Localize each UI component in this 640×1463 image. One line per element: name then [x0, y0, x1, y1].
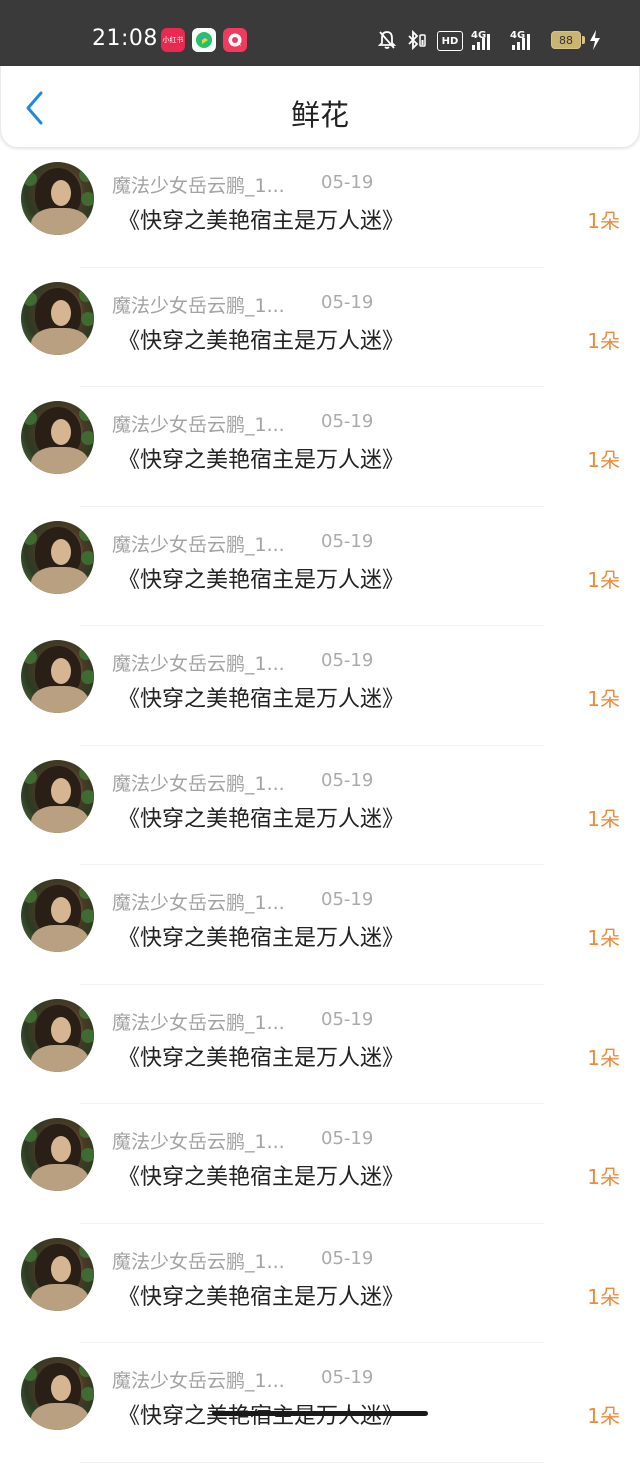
xiaohongshu-icon-label: 小红书	[162, 36, 184, 44]
username[interactable]: 魔法少女岳云鹏_1...	[112, 649, 285, 676]
list-item[interactable]: 魔法少女岳云鹏_1... 05-19 《快穿之美艳宿主是万人迷》 1朵	[0, 746, 640, 865]
book-title[interactable]: 《快穿之美艳宿主是万人迷》	[118, 203, 404, 235]
list-item[interactable]: 魔法少女岳云鹏_1... 05-19 《快穿之美艳宿主是万人迷》 1朵	[0, 1343, 640, 1463]
list-item[interactable]: 魔法少女岳云鹏_1... 05-19 《快穿之美艳宿主是万人迷》 1朵	[0, 626, 640, 746]
flower-count: 1朵	[587, 328, 620, 353]
list-item[interactable]: 魔法少女岳云鹏_1... 05-19 《快穿之美艳宿主是万人迷》 1朵	[0, 268, 640, 387]
avatar[interactable]	[21, 1237, 94, 1311]
page-header: 鲜花	[0, 66, 640, 148]
avatar[interactable]	[21, 879, 94, 952]
list-item[interactable]: 魔法少女岳云鹏_1... 05-19 《快穿之美艳宿主是万人迷》 1朵	[0, 1104, 640, 1224]
xiaohongshu-icon: 小红书	[161, 28, 185, 52]
avatar[interactable]	[21, 998, 94, 1072]
flower-count: 1朵	[587, 1404, 620, 1428]
charging-icon	[588, 29, 602, 55]
avatar[interactable]	[21, 1118, 94, 1191]
date: 05-19	[321, 530, 374, 552]
list-item[interactable]: 魔法少女岳云鹏_1... 05-19 《快穿之美艳宿主是万人迷》 1朵	[0, 1224, 640, 1343]
username[interactable]: 魔法少女岳云鹏_1...	[112, 888, 285, 915]
username[interactable]: 魔法少女岳云鹏_1...	[112, 769, 285, 796]
flower-count: 1朵	[587, 1165, 620, 1189]
username[interactable]: 魔法少女岳云鹏_1...	[112, 291, 285, 318]
avatar[interactable]	[21, 520, 94, 594]
divider	[80, 1461, 544, 1463]
status-time: 21:08	[92, 26, 158, 51]
list-item[interactable]: 魔法少女岳云鹏_1... 05-19 《快穿之美艳宿主是万人迷》 1朵	[0, 865, 640, 985]
battery-icon: 88	[551, 31, 581, 49]
avatar[interactable]	[21, 281, 94, 355]
flower-list: 魔法少女岳云鹏_1... 05-19 《快穿之美艳宿主是万人迷》 1朵 魔法少女岳云鹏_…	[0, 148, 640, 1463]
signal-1-icon	[472, 32, 490, 50]
avatar[interactable]	[21, 1357, 94, 1430]
username[interactable]: 魔法少女岳云鹏_1...	[112, 1008, 285, 1035]
battery-tip	[582, 36, 585, 44]
date: 05-19	[321, 889, 374, 910]
username[interactable]: 魔法少女岳云鹏_1...	[112, 410, 285, 437]
flower-count: 1朵	[587, 209, 620, 233]
home-indicator[interactable]	[212, 1411, 428, 1416]
bluetooth-icon	[405, 28, 427, 52]
list-item[interactable]: 魔法少女岳云鹏_1... 05-19 《快穿之美艳宿主是万人迷》 1朵	[0, 387, 640, 507]
status-bar: 21:08 小红书 HD 4G 4G 88	[0, 0, 640, 66]
flower-count: 1朵	[587, 806, 620, 831]
book-title[interactable]: 《快穿之美艳宿主是万人迷》	[118, 681, 404, 713]
list-item[interactable]: 魔法少女岳云鹏_1... 05-19 《快穿之美艳宿主是万人迷》 1朵	[0, 507, 640, 626]
book-title[interactable]: 《快穿之美艳宿主是万人迷》	[118, 323, 404, 355]
flower-count: 1朵	[587, 687, 620, 711]
chat-app-icon	[223, 28, 247, 52]
book-title[interactable]: 《快穿之美艳宿主是万人迷》	[118, 562, 404, 594]
video-app-icon	[192, 28, 216, 52]
book-title[interactable]: 《快穿之美艳宿主是万人迷》	[118, 1159, 404, 1191]
date: 05-19	[321, 172, 374, 193]
hd-badge: HD	[437, 31, 463, 51]
date: 05-19	[321, 1247, 374, 1269]
book-title[interactable]: 《快穿之美艳宿主是万人迷》	[118, 1040, 404, 1072]
flower-count: 1朵	[587, 567, 620, 592]
avatar[interactable]	[21, 640, 94, 713]
page-title: 鲜花	[290, 98, 349, 132]
book-title[interactable]: 《快穿之美艳宿主是万人迷》	[118, 1279, 404, 1311]
username[interactable]: 魔法少女岳云鹏_1...	[112, 1366, 285, 1393]
username[interactable]: 魔法少女岳云鹏_1...	[112, 1247, 285, 1274]
list-item[interactable]: 魔法少女岳云鹏_1... 05-19 《快穿之美艳宿主是万人迷》 1朵	[0, 148, 640, 268]
book-title[interactable]: 《快穿之美艳宿主是万人迷》	[118, 920, 404, 952]
date: 05-19	[321, 1008, 374, 1030]
flower-count: 1朵	[587, 1045, 620, 1070]
avatar[interactable]	[21, 162, 94, 235]
username[interactable]: 魔法少女岳云鹏_1...	[112, 1127, 285, 1154]
username[interactable]: 魔法少女岳云鹏_1...	[112, 530, 285, 557]
date: 05-19	[321, 650, 374, 671]
date: 05-19	[321, 411, 374, 432]
flower-count: 1朵	[587, 448, 620, 472]
signal-2-icon	[512, 32, 530, 50]
date: 05-19	[321, 1367, 374, 1388]
date: 05-19	[321, 1128, 374, 1149]
avatar[interactable]	[21, 759, 94, 833]
flower-count: 1朵	[587, 926, 620, 950]
avatar[interactable]	[21, 401, 94, 474]
username[interactable]: 魔法少女岳云鹏_1...	[112, 171, 285, 198]
date: 05-19	[321, 291, 374, 313]
date: 05-19	[321, 769, 374, 791]
flower-count: 1朵	[587, 1284, 620, 1309]
silent-bell-icon	[377, 28, 397, 52]
book-title[interactable]: 《快穿之美艳宿主是万人迷》	[118, 442, 404, 474]
book-title[interactable]: 《快穿之美艳宿主是万人迷》	[118, 801, 404, 833]
list-item[interactable]: 魔法少女岳云鹏_1... 05-19 《快穿之美艳宿主是万人迷》 1朵	[0, 985, 640, 1104]
